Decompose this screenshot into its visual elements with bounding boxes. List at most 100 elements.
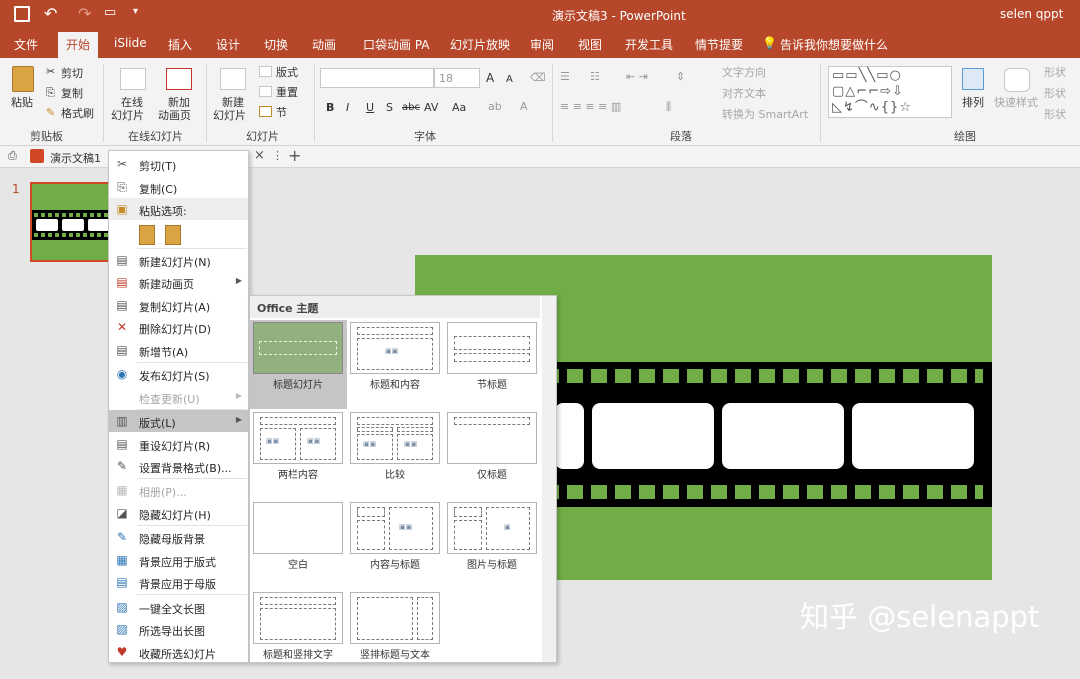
tab-view[interactable]: 视图 — [578, 36, 602, 53]
tab-insert[interactable]: 插入 — [168, 36, 192, 53]
redo-icon[interactable]: ↷ — [78, 4, 91, 23]
user-name[interactable]: selen qppt — [1000, 7, 1063, 21]
menu-item-cut[interactable]: ✂ 剪切(T) — [109, 153, 248, 175]
grow-font-button[interactable]: A — [486, 72, 494, 85]
line-spacing-icon[interactable]: ⇕ — [676, 70, 685, 83]
tell-me-box[interactable]: 告诉我你想要做什么 — [780, 36, 888, 53]
menu-item-new-anim-page[interactable]: ▤ 新建动画页 ▶ — [109, 271, 248, 293]
cut-button[interactable]: 剪切 — [61, 67, 83, 80]
shadow-button[interactable]: S — [386, 101, 393, 114]
menu-item-hide-master-bg[interactable]: ✎ 隐藏母版背景 — [109, 526, 248, 548]
layout-vertical-title-text[interactable]: 竖排标题与文本 — [350, 592, 440, 679]
start-slideshow-icon[interactable]: ▭ — [104, 5, 116, 20]
smartart-button[interactable]: 转换为 SmartArt — [722, 108, 808, 121]
online-slides-button[interactable]: 在线 — [121, 96, 143, 109]
new-slide-button-line2[interactable]: 幻灯片 — [213, 109, 246, 122]
bold-button[interactable]: B — [326, 101, 334, 114]
menu-item-delete-slide[interactable]: ✕ 删除幻灯片(D) — [109, 316, 248, 338]
tab-transitions[interactable]: 切换 — [264, 36, 288, 53]
menu-item-copy[interactable]: ⎘ 复制(C) — [109, 176, 248, 198]
menu-item-hide-slide[interactable]: ◪ 隐藏幻灯片(H) — [109, 502, 248, 524]
menu-item-bg-to-master[interactable]: ▤ 背景应用于母版 — [109, 571, 248, 593]
tab-storyboard[interactable]: 情节提要 — [695, 36, 743, 53]
tab-home[interactable]: 开始 — [58, 32, 99, 58]
align-icons[interactable]: ≡ ≡ ≡ ≡ ▥ — [560, 100, 621, 113]
menu-item-photo-album[interactable]: ▦ 相册(P)... — [109, 479, 248, 501]
layout-picture-caption[interactable]: ▣ 图片与标题 — [447, 502, 537, 589]
text-direction-button[interactable]: 文字方向 — [722, 66, 766, 79]
menu-item-bg-to-layout[interactable]: ▦ 背景应用于版式 — [109, 549, 248, 571]
tab-developer[interactable]: 开发工具 — [625, 36, 673, 53]
quick-styles-button[interactable]: 快速样式 — [994, 96, 1038, 109]
format-painter-button[interactable]: 格式刷 — [61, 107, 94, 120]
section-button[interactable]: 节 — [276, 106, 287, 119]
shrink-font-button[interactable]: A — [506, 73, 513, 86]
tab-islide[interactable]: iSlide — [114, 36, 147, 50]
layout-title-content[interactable]: ▣▣ 标题和内容 — [350, 322, 440, 409]
tab-animations[interactable]: 动画 — [312, 36, 336, 53]
tab-review[interactable]: 审阅 — [530, 36, 554, 53]
menu-item-export-long-image[interactable]: ▨ 所选导出长图 — [109, 618, 248, 640]
clear-format-icon[interactable]: ⌫ — [530, 71, 546, 84]
new-anim-page-button[interactable]: 新加 — [168, 96, 190, 109]
underline-button[interactable]: U — [366, 101, 374, 114]
layout-button[interactable]: 版式 — [276, 66, 298, 79]
menu-item-publish-slides[interactable]: ◉ 发布幻灯片(S) — [109, 363, 248, 385]
layout-title-slide[interactable]: 标题幻灯片 — [250, 320, 347, 409]
tab-file[interactable]: 文件 — [14, 36, 38, 53]
tab-design[interactable]: 设计 — [216, 36, 240, 53]
tab-pocket-anim[interactable]: 口袋动画 PA — [363, 36, 430, 53]
highlight-icon[interactable]: ab — [488, 100, 502, 113]
new-tab-button[interactable]: + — [288, 146, 301, 165]
shape-fill-button[interactable]: 形状 — [1044, 66, 1066, 79]
online-slides-button-line2[interactable]: 幻灯片 — [111, 109, 144, 122]
change-case-button[interactable]: Aa — [452, 101, 466, 114]
paste-button[interactable]: 粘贴 — [11, 96, 33, 109]
menu-item-new-section[interactable]: ▤ 新增节(A) — [109, 339, 248, 361]
arrange-button[interactable]: 排列 — [962, 96, 984, 109]
customize-qat-icon[interactable]: ▾ — [133, 6, 138, 17]
gallery-scrollbar[interactable] — [542, 296, 556, 662]
font-name-input[interactable] — [320, 68, 434, 88]
paste-icon[interactable] — [12, 66, 34, 92]
doc-tab-name[interactable]: 演示文稿1 — [50, 150, 101, 166]
strikethrough-button[interactable]: abc — [402, 101, 420, 114]
italic-button[interactable]: I — [346, 101, 349, 114]
tab-slideshow[interactable]: 幻灯片放映 — [450, 36, 510, 53]
numbering-icon[interactable]: ☷ — [590, 70, 600, 83]
menu-item-format-background[interactable]: ✎ 设置背景格式(B)... — [109, 455, 248, 477]
layout-section-header[interactable]: 节标题 — [447, 322, 537, 409]
menu-item-long-image[interactable]: ▨ 一键全文长图 — [109, 596, 248, 618]
menu-item-reset-slide[interactable]: ▤ 重设幻灯片(R) — [109, 433, 248, 455]
shape-outline-button[interactable]: 形状 — [1044, 87, 1066, 100]
new-slide-button[interactable]: 新建 — [222, 96, 244, 109]
menu-item-layout[interactable]: ▥ 版式(L) ▶ — [109, 410, 248, 432]
more-tabs-icon[interactable]: ⋮ — [272, 149, 283, 162]
doc-tab-close-icon[interactable]: × — [254, 148, 265, 163]
new-anim-page-button-line2[interactable]: 动画页 — [158, 109, 191, 122]
menu-item-duplicate-slide[interactable]: ▤ 复制幻灯片(A) — [109, 294, 248, 316]
layout-title-only[interactable]: 仅标题 — [447, 412, 537, 499]
indent-icon[interactable]: ⇤ ⇥ — [626, 70, 648, 83]
bullets-icon[interactable]: ☰ — [560, 70, 570, 83]
paste-keep-format-icon[interactable] — [139, 225, 155, 245]
copy-button[interactable]: 复制 — [61, 87, 83, 100]
shape-effects-button[interactable]: 形状 — [1044, 108, 1066, 121]
layout-blank[interactable]: 空白 — [253, 502, 343, 589]
layout-comparison[interactable]: ▣▣ ▣▣ 比较 — [350, 412, 440, 499]
new-doc-icon[interactable]: ⎙ — [8, 149, 17, 163]
menu-item-new-slide[interactable]: ▤ 新建幻灯片(N) — [109, 249, 248, 271]
slide-thumbnail[interactable] — [30, 182, 110, 262]
menu-item-check-updates[interactable]: 检查更新(U) ▶ — [109, 386, 248, 408]
char-spacing-button[interactable]: AV — [424, 101, 438, 114]
paste-picture-icon[interactable] — [165, 225, 181, 245]
shapes-gallery[interactable]: ▭▭╲╲▭○ ▢△⌐⌐⇨⇩ ◺↯⌒∿{}☆ — [828, 66, 952, 118]
undo-icon[interactable]: ↶ — [44, 4, 57, 23]
font-color-icon[interactable]: A — [520, 100, 528, 113]
layout-two-content[interactable]: ▣▣ ▣▣ 两栏内容 — [253, 412, 343, 499]
columns-icon[interactable]: ⫼ — [666, 100, 671, 113]
layout-content-caption[interactable]: ▣▣ 内容与标题 — [350, 502, 440, 589]
reset-button[interactable]: 重置 — [276, 86, 298, 99]
save-icon[interactable] — [14, 6, 30, 22]
menu-item-favorite-slides[interactable]: ♥ 收藏所选幻灯片 — [109, 641, 248, 663]
